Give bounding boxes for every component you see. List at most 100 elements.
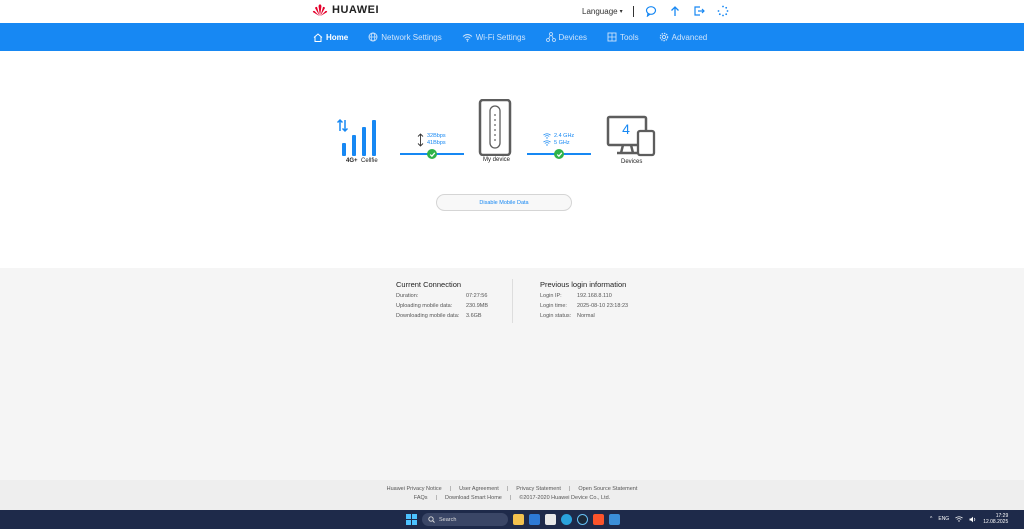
connection-diagram: 4G+ Cellfie 32Bbps 41Bbps My device 2.4 … (0, 51, 1024, 268)
wifi-band-2g: 2.4 GHz (554, 133, 575, 139)
upload-speed: 32Bbps (427, 133, 446, 139)
wifi-status-icon[interactable] (955, 516, 963, 522)
footer-links-row-1: Huawei Privacy Notice | User Agreement |… (0, 486, 1024, 492)
footer-separator: | (449, 486, 452, 492)
volume-icon[interactable] (969, 516, 977, 523)
brave-browser-icon[interactable] (593, 514, 604, 525)
taskbar-clock[interactable]: 17:29 12.08.2025 (983, 513, 1008, 525)
home-dashboard: 4G+ Cellfie 32Bbps 41Bbps My device 2.4 … (0, 51, 1024, 268)
nav-devices-label: Devices (558, 32, 587, 42)
language-selector[interactable]: Language ▾ (582, 7, 623, 16)
store-icon[interactable] (529, 514, 540, 525)
telegram-icon[interactable] (561, 514, 572, 525)
duration-value: 07:27:56 (466, 293, 488, 299)
copyright-text: ©2017-2020 Huawei Device Co., Ltd. (519, 495, 611, 501)
globe-icon (368, 32, 378, 42)
message-icon[interactable] (644, 4, 658, 18)
nav-network-settings-label: Network Settings (381, 32, 442, 42)
device-count: 4 (622, 121, 630, 137)
home-icon (313, 32, 323, 42)
steam-icon[interactable] (577, 514, 588, 525)
privacy-statement-link[interactable]: Privacy Statement (516, 486, 561, 492)
caret-down-icon: ▾ (619, 8, 623, 15)
footer: Huawei Privacy Notice | User Agreement |… (0, 480, 1024, 510)
gear-icon (659, 32, 668, 42)
privacy-notice-link[interactable]: Huawei Privacy Notice (387, 486, 442, 492)
chevron-up-icon[interactable]: ^ (930, 516, 932, 522)
carrier-name: Cellfie (361, 158, 378, 164)
nav-tools[interactable]: Tools (607, 32, 639, 42)
login-time-label: Login time: (540, 303, 567, 309)
huawei-logo[interactable]: HUAWEI (312, 4, 379, 16)
wifi-band-5g: 5 GHz (554, 140, 570, 146)
duration-label: Duration: (396, 293, 419, 299)
upload-data-row: Uploading mobile data: 230.9MB (396, 303, 488, 309)
app-icon[interactable] (609, 514, 620, 525)
download-data-value: 3.6GB (466, 313, 482, 319)
nav-advanced[interactable]: Advanced (659, 32, 708, 42)
connected-devices[interactable]: 4 (605, 115, 657, 159)
login-time-row: Login time: 2025-08-10 23:18:23 (540, 303, 628, 309)
network-type: 4G+ (346, 158, 358, 164)
language-label: Language (582, 6, 618, 16)
nav-devices[interactable]: Devices (545, 32, 587, 42)
update-arrow-icon[interactable] (668, 4, 682, 18)
login-ip-label: Login IP: (540, 293, 562, 299)
login-ip-row: Login IP: 192.168.8.110 (540, 293, 612, 299)
upload-arrow-icon (417, 133, 424, 140)
loading-spinner-icon (716, 4, 730, 18)
header-divider (632, 5, 634, 17)
previous-login-title: Previous login information (540, 280, 627, 289)
login-status-label: Login status: (540, 313, 572, 319)
footer-separator: | (506, 486, 509, 492)
user-agreement-link[interactable]: User Agreement (459, 486, 499, 492)
wifi-5g-icon (543, 140, 551, 146)
signal-strength-icon (336, 118, 376, 156)
logout-icon[interactable] (692, 4, 706, 18)
mobile-link-check-icon (427, 149, 437, 159)
top-header: HUAWEI Language ▾ (0, 0, 1024, 23)
current-connection-title: Current Connection (396, 280, 462, 289)
file-explorer-icon[interactable] (513, 514, 524, 525)
login-status-value: Normal (577, 313, 595, 319)
my-device-label: My device (483, 157, 511, 163)
brand-name: HUAWEI (332, 4, 379, 16)
router-device-icon[interactable] (478, 99, 512, 156)
os-taskbar: Search ^ ENG 17:29 12.08.2025 (0, 510, 1024, 529)
nav-home[interactable]: Home (313, 33, 348, 42)
taskbar-search[interactable]: Search (422, 513, 508, 526)
footer-separator: | (435, 495, 437, 501)
info-divider (512, 279, 513, 323)
duration-row: Duration: 07:27:56 (396, 293, 487, 299)
nav-home-label: Home (326, 32, 349, 42)
nav-wifi-settings[interactable]: Wi-Fi Settings (462, 33, 526, 42)
search-label: Search (439, 516, 457, 523)
input-language[interactable]: ENG (938, 516, 949, 522)
wifi-icon (462, 33, 473, 42)
devices-label: Devices (621, 159, 643, 165)
login-time-value: 2025-08-10 23:18:23 (577, 303, 629, 309)
login-ip-value: 192.168.8.110 (577, 293, 612, 299)
clock-date: 12.08.2025 (983, 519, 1009, 525)
open-source-statement-link[interactable]: Open Source Statement (578, 486, 637, 492)
upload-data-label: Uploading mobile data: (396, 303, 453, 309)
devices-icon (545, 32, 556, 42)
download-data-label: Downloading mobile data: (396, 313, 460, 319)
download-data-row: Downloading mobile data: 3.6GB (396, 313, 482, 319)
nav-advanced-label: Advanced (671, 32, 708, 42)
calendar-icon[interactable] (545, 514, 556, 525)
download-smart-home-link[interactable]: Download Smart Home (445, 495, 502, 501)
faqs-link[interactable]: FAQs (414, 495, 428, 501)
huawei-flower-icon (312, 4, 328, 16)
disable-mobile-data-button[interactable]: Disable Mobile Data (436, 194, 572, 211)
download-arrow-icon (417, 140, 424, 147)
windows-start-icon[interactable] (406, 514, 417, 525)
footer-separator: | (509, 495, 512, 501)
footer-links-row-2: FAQs | Download Smart Home | ©2017-2020 … (0, 495, 1024, 501)
footer-separator: | (568, 486, 571, 492)
wifi-2g-icon (543, 133, 551, 139)
nav-network-settings[interactable]: Network Settings (368, 32, 442, 42)
main-nav: Home Network Settings Wi-Fi Settings Dev… (0, 23, 1024, 51)
tools-icon (607, 32, 617, 42)
wifi-link-check-icon (554, 149, 564, 159)
